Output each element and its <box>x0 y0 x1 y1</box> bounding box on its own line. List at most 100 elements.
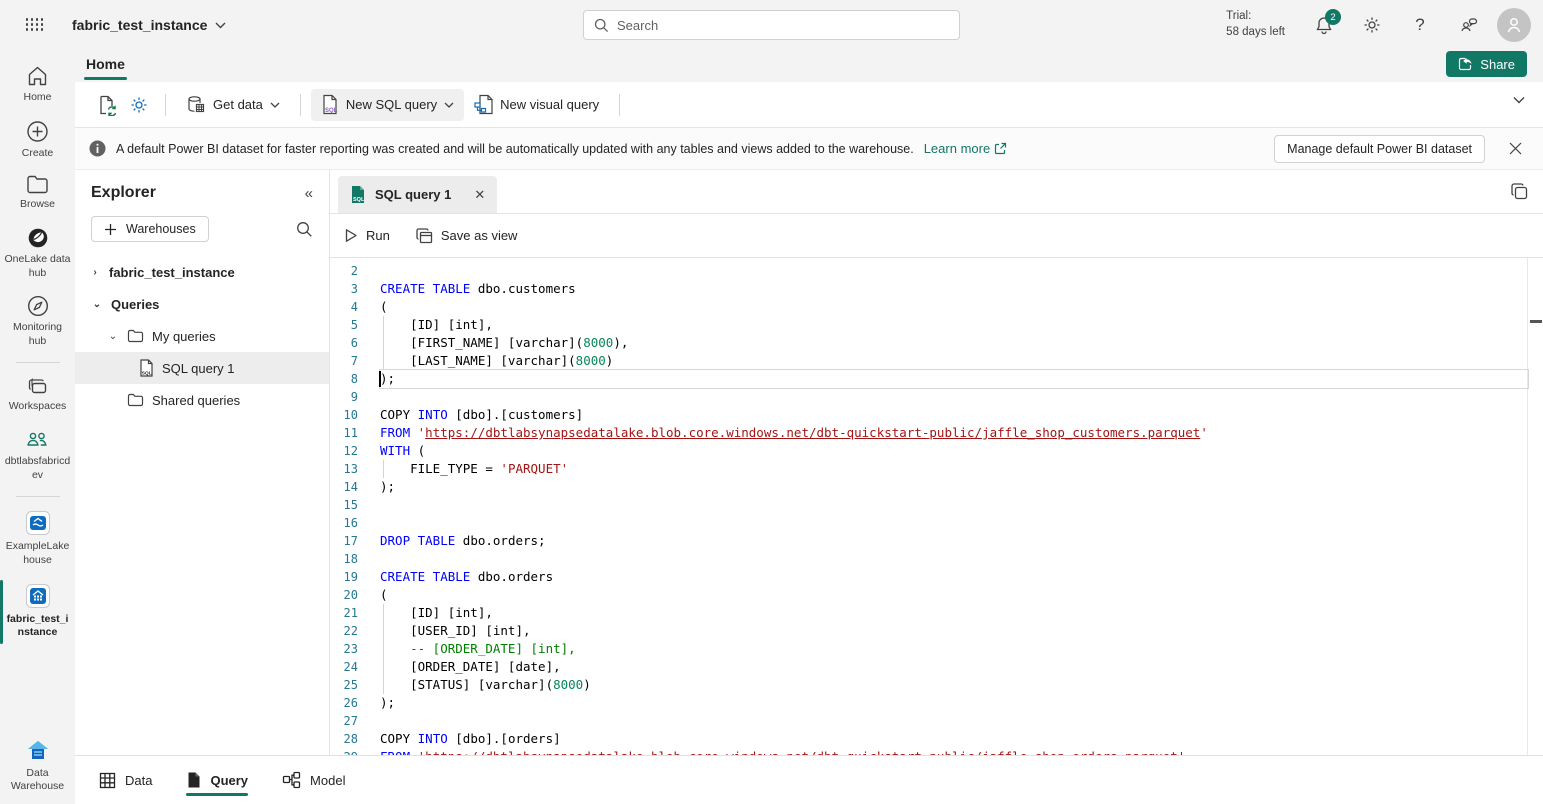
tab-home[interactable]: Home <box>82 54 129 78</box>
code-line[interactable]: 23 -- [ORDER_DATE] [int], <box>330 640 1543 658</box>
code-line[interactable]: 4( <box>330 298 1543 316</box>
code-line[interactable]: 19CREATE TABLE dbo.orders <box>330 568 1543 586</box>
notifications-button[interactable]: 2 <box>1305 6 1343 44</box>
tab-sql-query-1[interactable]: SQL SQL query 1 ✕ <box>338 176 497 213</box>
rail-item-browse[interactable]: Browse <box>0 168 75 220</box>
rail-item-label: Browse <box>20 198 55 212</box>
rail-item-lakehouse[interactable]: ExampleLakehouse <box>0 503 75 575</box>
feedback-button[interactable] <box>1449 6 1487 44</box>
sql-file-icon: SQL <box>321 94 339 115</box>
code-line[interactable]: 15 <box>330 496 1543 514</box>
chevron-down-icon[interactable]: ⌄ <box>107 331 119 342</box>
banner-close-button[interactable] <box>1501 135 1529 163</box>
workspace-selector[interactable]: fabric_test_instance <box>72 17 226 33</box>
view-tab-label: Model <box>310 773 345 788</box>
code-line[interactable]: 17DROP TABLE dbo.orders; <box>330 532 1543 550</box>
search-input[interactable] <box>617 18 949 33</box>
settings-gear-button[interactable] <box>123 90 155 120</box>
question-icon: ? <box>1415 15 1424 35</box>
editor-tab-bar: SQL SQL query 1 ✕ <box>330 170 1543 214</box>
help-button[interactable]: ? <box>1401 6 1439 44</box>
code-line[interactable]: 22 [USER_ID] [int], <box>330 622 1543 640</box>
view-tab-query[interactable]: Query <box>186 756 248 804</box>
code-line[interactable]: 14); <box>330 478 1543 496</box>
tree-item-label: SQL query 1 <box>162 361 235 376</box>
learn-more-link[interactable]: Learn more <box>924 141 1007 156</box>
code-line[interactable]: 25 [STATUS] [varchar](8000) <box>330 676 1543 694</box>
code-line[interactable]: 26); <box>330 694 1543 712</box>
code-line[interactable]: 27 <box>330 712 1543 730</box>
tree-item-queries[interactable]: ⌄Queries <box>75 288 329 320</box>
line-number: 25 <box>330 676 358 694</box>
tree-item-shared-queries[interactable]: Shared queries <box>75 384 329 416</box>
line-number: 9 <box>330 388 358 406</box>
code-line[interactable]: 13 FILE_TYPE = 'PARQUET' <box>330 460 1543 478</box>
code-line[interactable]: 6 [FIRST_NAME] [varchar](8000), <box>330 334 1543 352</box>
indent-guide <box>383 604 384 622</box>
code-line[interactable]: 12WITH ( <box>330 442 1543 460</box>
code-line[interactable]: 7 [LAST_NAME] [varchar](8000) <box>330 352 1543 370</box>
datawarehouse-icon <box>25 739 51 763</box>
rail-item-datawarehouse[interactable]: Data Warehouse <box>0 732 75 802</box>
code-line[interactable]: 29FROM 'https://dbtlabsynapsedatalake.bl… <box>330 748 1543 755</box>
trial-status: Trial: 58 days left <box>1226 9 1285 40</box>
query-toolbar: Run Save as view <box>330 214 1543 258</box>
explorer-search-icon[interactable] <box>296 221 313 238</box>
code-line[interactable]: 18 <box>330 550 1543 568</box>
chevron-right-icon[interactable]: › <box>89 267 101 278</box>
line-number: 28 <box>330 730 358 748</box>
refresh-dataset-button[interactable] <box>91 90 123 120</box>
new-visual-query-button[interactable]: New visual query <box>464 89 609 121</box>
code-line[interactable]: 16 <box>330 514 1543 532</box>
collapse-panel-icon[interactable]: « <box>305 185 313 202</box>
code-line[interactable]: 10COPY INTO [dbo].[customers] <box>330 406 1543 424</box>
rail-item-home[interactable]: Home <box>0 58 75 113</box>
home-icon <box>26 65 49 87</box>
svg-text:SQL: SQL <box>353 197 365 203</box>
code-line[interactable]: 2 <box>330 262 1543 280</box>
chevron-down-icon[interactable]: ⌄ <box>91 299 103 310</box>
rail-item-warehouse[interactable]: fabric_test_instance <box>0 576 75 648</box>
manage-dataset-button[interactable]: Manage default Power BI dataset <box>1274 135 1485 163</box>
rail-item-people[interactable]: dbtlabsfabricdev <box>0 422 75 490</box>
rail-item-monitoring[interactable]: Monitoring hub <box>0 288 75 356</box>
top-bar: fabric_test_instance Trial: 58 days left… <box>0 0 1543 50</box>
add-warehouses-button[interactable]: Warehouses <box>91 216 209 242</box>
collapse-ribbon-icon[interactable] <box>1513 96 1525 104</box>
code-line[interactable]: 20( <box>330 586 1543 604</box>
tree-item-my-queries[interactable]: ⌄My queries <box>75 320 329 352</box>
share-button[interactable]: Share <box>1446 51 1527 77</box>
code-line[interactable]: 5 [ID] [int], <box>330 316 1543 334</box>
save-as-view-button[interactable]: Save as view <box>416 228 518 244</box>
new-sql-query-button[interactable]: SQL New SQL query <box>311 89 464 121</box>
copy-icon[interactable] <box>1510 182 1529 201</box>
view-tab-model[interactable]: Model <box>282 756 345 804</box>
tree-item-sql-query-1[interactable]: SQLSQL query 1 <box>75 352 329 384</box>
code-line[interactable]: 21 [ID] [int], <box>330 604 1543 622</box>
view-tab-data[interactable]: Data <box>99 756 152 804</box>
rail-item-workspaces[interactable]: Workspaces <box>0 369 75 422</box>
sql-code-area[interactable]: 23CREATE TABLE dbo.customers4(5 [ID] [in… <box>330 258 1543 755</box>
code-line[interactable]: 3CREATE TABLE dbo.customers <box>330 280 1543 298</box>
workspaces-icon <box>26 376 50 396</box>
code-line[interactable]: 24 [ORDER_DATE] [date], <box>330 658 1543 676</box>
rail-item-onelake[interactable]: OneLake data hub <box>0 220 75 288</box>
feedback-icon <box>1458 15 1479 35</box>
code-line[interactable]: 28COPY INTO [dbo].[orders] <box>330 730 1543 748</box>
blue-gear-icon <box>129 95 149 115</box>
settings-button[interactable] <box>1353 6 1391 44</box>
run-button[interactable]: Run <box>344 228 390 243</box>
rail-item-label: Monitoring hub <box>5 321 71 348</box>
code-line[interactable]: 9 <box>330 388 1543 406</box>
code-line[interactable]: 11FROM 'https://dbtlabsynapsedatalake.bl… <box>330 424 1543 442</box>
code-line[interactable]: 8); <box>330 370 1543 388</box>
get-data-button[interactable]: Get data <box>176 89 290 121</box>
global-search[interactable] <box>583 10 960 40</box>
avatar[interactable] <box>1497 8 1531 42</box>
share-icon <box>1458 57 1473 71</box>
indent-guide <box>383 622 384 640</box>
rail-item-create[interactable]: Create <box>0 113 75 169</box>
tree-item-fabric-test-instance[interactable]: ›fabric_test_instance <box>75 256 329 288</box>
close-tab-icon[interactable]: ✕ <box>474 187 485 203</box>
app-launcher-icon[interactable] <box>20 10 50 40</box>
